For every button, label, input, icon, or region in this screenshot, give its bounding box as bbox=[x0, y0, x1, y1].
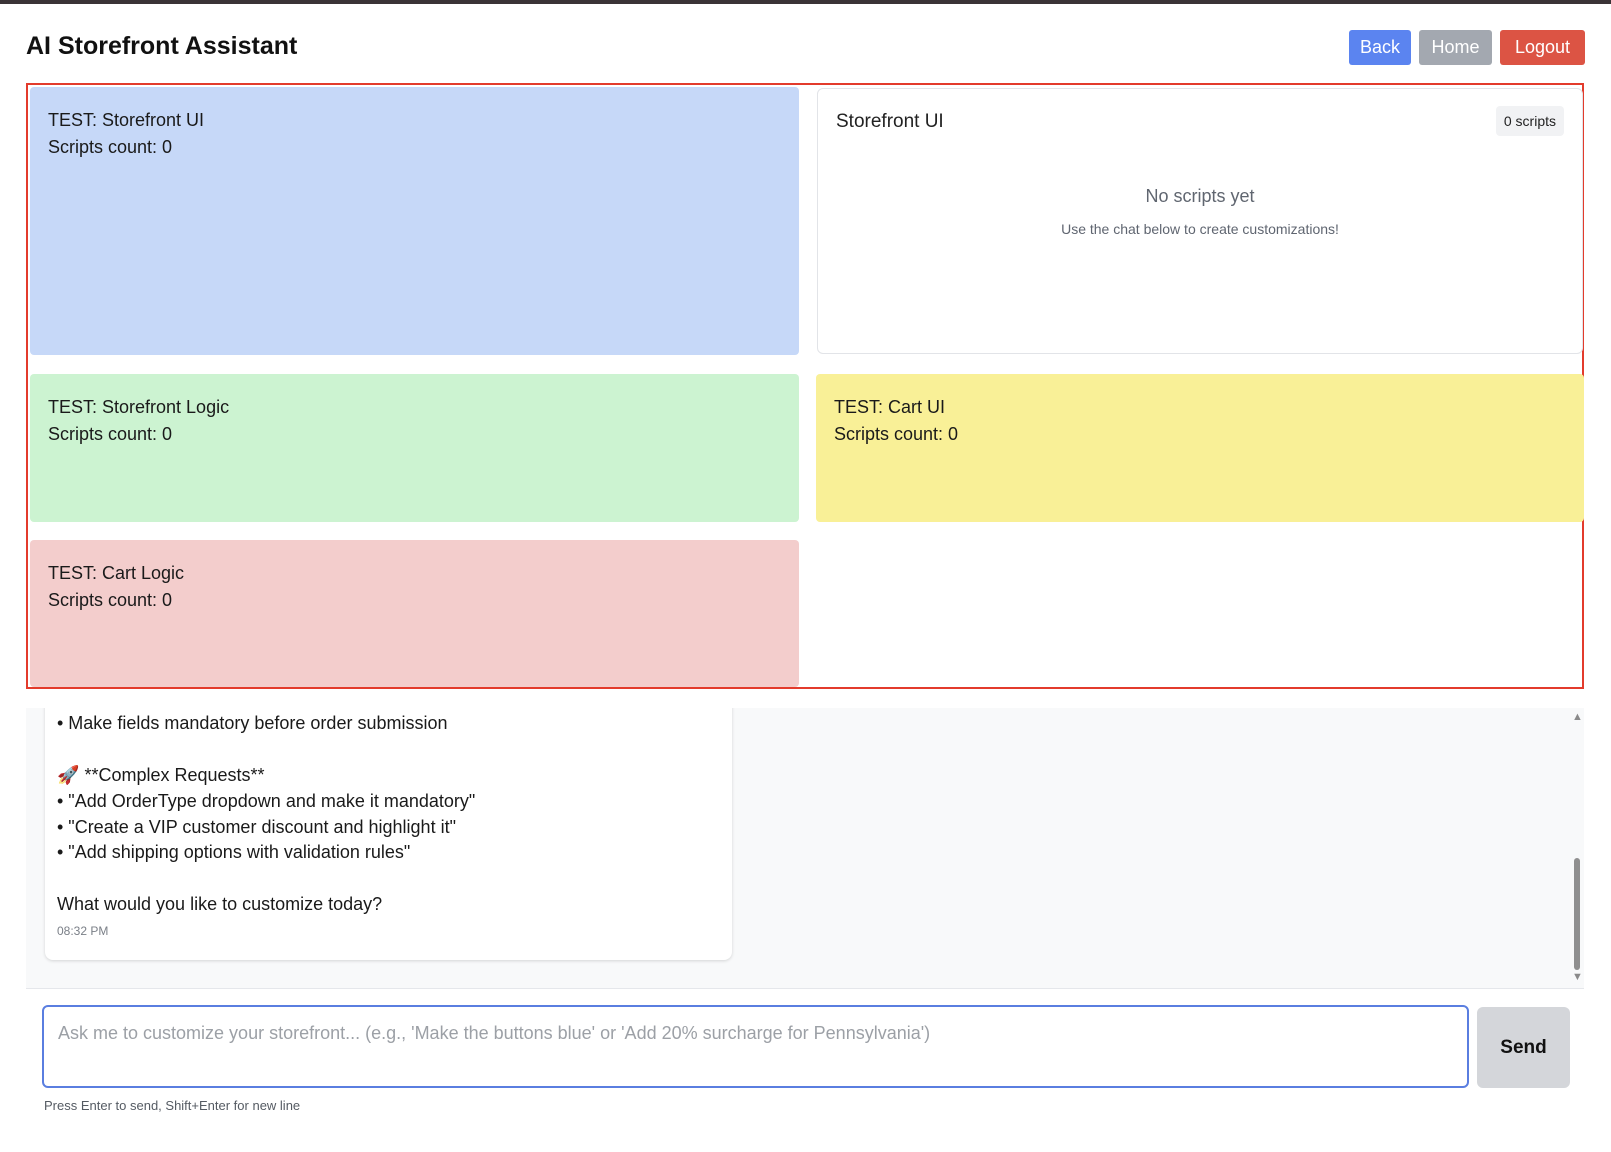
cart-logic-test-panel: TEST: Cart Logic Scripts count: 0 bbox=[30, 540, 799, 687]
message-line: What would you like to customize today? bbox=[57, 894, 383, 914]
message-heading-text: **Complex Requests** bbox=[84, 765, 265, 785]
cart-ui-test-panel: TEST: Cart UI Scripts count: 0 bbox=[816, 374, 1584, 522]
scroll-up-arrow-icon[interactable]: ▲ bbox=[1572, 712, 1583, 723]
chat-messages[interactable]: • Make fields mandatory before order sub… bbox=[26, 708, 1584, 988]
input-hint: Press Enter to send, Shift+Enter for new… bbox=[44, 1098, 301, 1113]
scripts-count: Scripts count: 0 bbox=[48, 137, 173, 157]
message-line: • "Add shipping options with validation … bbox=[57, 842, 411, 862]
chat-input[interactable] bbox=[42, 1005, 1469, 1088]
scripts-count: Scripts count: 0 bbox=[834, 424, 959, 444]
scrollbar-thumb[interactable] bbox=[1574, 858, 1580, 970]
storefront-logic-test-panel: TEST: Storefront Logic Scripts count: 0 bbox=[30, 374, 799, 522]
message-line: • "Add OrderType dropdown and make it ma… bbox=[57, 791, 476, 811]
script-panels-grid: TEST: Storefront UI Scripts count: 0 Sto… bbox=[26, 83, 1584, 689]
message-timestamp: 08:32 PM bbox=[57, 924, 109, 938]
empty-state-hint: Use the chat below to create customizati… bbox=[1061, 221, 1339, 237]
page-header: AI Storefront Assistant Back Home Logout bbox=[26, 28, 1586, 68]
message-line: • Make fields mandatory before order sub… bbox=[57, 713, 448, 733]
scripts-card-title: Storefront UI bbox=[836, 111, 944, 132]
page-title: AI Storefront Assistant bbox=[26, 32, 298, 60]
scripts-count: Scripts count: 0 bbox=[48, 424, 173, 444]
panel-title: TEST: Storefront Logic bbox=[48, 397, 230, 417]
chat-scrollbar[interactable]: ▲ ▼ bbox=[1570, 708, 1584, 988]
panel-title: TEST: Cart UI bbox=[834, 397, 946, 417]
send-button[interactable]: Send bbox=[1477, 1007, 1570, 1088]
storefront-ui-scripts-card: Storefront UI 0 scripts No scripts yet U… bbox=[817, 88, 1583, 354]
back-button[interactable]: Back bbox=[1349, 30, 1411, 65]
panel-title: TEST: Storefront UI bbox=[48, 110, 205, 130]
rocket-icon: 🚀 bbox=[57, 765, 80, 785]
scripts-count: Scripts count: 0 bbox=[48, 590, 173, 610]
logout-button[interactable]: Logout bbox=[1500, 30, 1585, 65]
home-button[interactable]: Home bbox=[1419, 30, 1492, 65]
scripts-count-badge: 0 scripts bbox=[1495, 106, 1564, 136]
empty-state-title: No scripts yet bbox=[1145, 186, 1255, 206]
chat-divider bbox=[26, 988, 1584, 989]
storefront-ui-test-panel: TEST: Storefront UI Scripts count: 0 bbox=[30, 87, 799, 355]
window-top-border bbox=[0, 0, 1611, 4]
message-line-heading: 🚀 **Complex Requests** bbox=[57, 765, 265, 786]
panel-title: TEST: Cart Logic bbox=[48, 563, 185, 583]
message-line: • "Create a VIP customer discount and hi… bbox=[57, 817, 456, 837]
assistant-message: • Make fields mandatory before order sub… bbox=[45, 708, 732, 960]
scroll-down-arrow-icon[interactable]: ▼ bbox=[1572, 972, 1583, 983]
